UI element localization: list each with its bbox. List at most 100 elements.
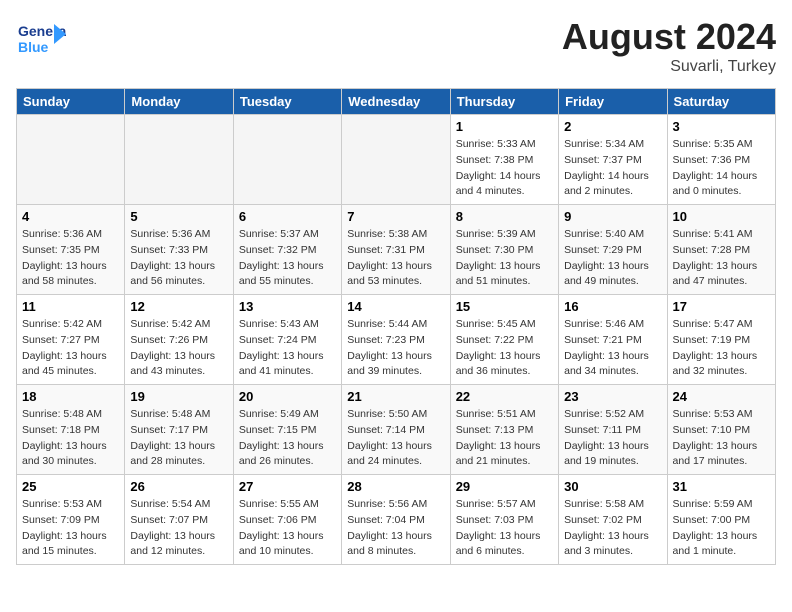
- weekday-monday: Monday: [125, 89, 233, 115]
- day-info: Sunrise: 5:53 AMSunset: 7:09 PMDaylight:…: [22, 497, 119, 560]
- day-number: 22: [456, 389, 553, 404]
- day-cell: [125, 115, 233, 205]
- day-number: 27: [239, 479, 336, 494]
- day-info: Sunrise: 5:37 AMSunset: 7:32 PMDaylight:…: [239, 227, 336, 290]
- day-info: Sunrise: 5:53 AMSunset: 7:10 PMDaylight:…: [673, 407, 770, 470]
- day-info: Sunrise: 5:48 AMSunset: 7:18 PMDaylight:…: [22, 407, 119, 470]
- day-number: 23: [564, 389, 661, 404]
- day-number: 31: [673, 479, 770, 494]
- day-cell: 27Sunrise: 5:55 AMSunset: 7:06 PMDayligh…: [233, 475, 341, 565]
- day-number: 18: [22, 389, 119, 404]
- day-cell: 31 Sunrise: 5:59 AMSunset: 7:00 PMDayligh…: [667, 475, 775, 565]
- day-info: Sunrise: 5:57 AMSunset: 7:03 PMDaylight:…: [456, 497, 553, 560]
- day-cell: 4Sunrise: 5:36 AMSunset: 7:35 PMDaylight…: [17, 205, 125, 295]
- day-info: Sunrise: 5:46 AMSunset: 7:21 PMDaylight:…: [564, 317, 661, 380]
- weekday-saturday: Saturday: [667, 89, 775, 115]
- day-cell: 7 Sunrise: 5:38 AMSunset: 7:31 PMDaylight…: [342, 205, 450, 295]
- week-row-2: 4Sunrise: 5:36 AMSunset: 7:35 PMDaylight…: [17, 205, 776, 295]
- day-info: Sunrise: 5:43 AMSunset: 7:24 PMDaylight:…: [239, 317, 336, 380]
- day-number: 2: [564, 119, 661, 134]
- day-info: Sunrise: 5:49 AMSunset: 7:15 PMDaylight:…: [239, 407, 336, 470]
- day-number: 20: [239, 389, 336, 404]
- week-row-1: 1 Sunrise: 5:33 AMSunset: 7:38 PMDaylight…: [17, 115, 776, 205]
- weekday-friday: Friday: [559, 89, 667, 115]
- day-cell: 2 Sunrise: 5:34 AMSunset: 7:37 PMDaylight…: [559, 115, 667, 205]
- day-cell: 26 Sunrise: 5:54 AMSunset: 7:07 PMDayligh…: [125, 475, 233, 565]
- week-row-4: 18 Sunrise: 5:48 AMSunset: 7:18 PMDayligh…: [17, 385, 776, 475]
- day-info: Sunrise: 5:42 AMSunset: 7:27 PMDaylight:…: [22, 317, 119, 380]
- day-number: 14: [347, 299, 444, 314]
- page-header: General Blue August 2024 Suvarli, Turkey: [16, 16, 776, 76]
- day-info: Sunrise: 5:38 AMSunset: 7:31 PMDaylight:…: [347, 227, 444, 290]
- day-cell: 8Sunrise: 5:39 AMSunset: 7:30 PMDaylight…: [450, 205, 558, 295]
- title-block: August 2024 Suvarli, Turkey: [562, 16, 776, 76]
- weekday-tuesday: Tuesday: [233, 89, 341, 115]
- day-cell: 3 Sunrise: 5:35 AMSunset: 7:36 PMDaylight…: [667, 115, 775, 205]
- weekday-header-row: SundayMondayTuesdayWednesdayThursdayFrid…: [17, 89, 776, 115]
- day-info: Sunrise: 5:50 AMSunset: 7:14 PMDaylight:…: [347, 407, 444, 470]
- calendar-body: 1 Sunrise: 5:33 AMSunset: 7:38 PMDaylight…: [17, 115, 776, 565]
- day-cell: [342, 115, 450, 205]
- day-cell: 17 Sunrise: 5:47 AMSunset: 7:19 PMDayligh…: [667, 295, 775, 385]
- logo: General Blue: [16, 16, 66, 61]
- day-info: Sunrise: 5:48 AMSunset: 7:17 PMDaylight:…: [130, 407, 227, 470]
- day-number: 21: [347, 389, 444, 404]
- week-row-5: 25Sunrise: 5:53 AMSunset: 7:09 PMDayligh…: [17, 475, 776, 565]
- day-info: Sunrise: 5:35 AMSunset: 7:36 PMDaylight:…: [673, 137, 770, 200]
- week-row-3: 11 Sunrise: 5:42 AMSunset: 7:27 PMDayligh…: [17, 295, 776, 385]
- day-cell: 12 Sunrise: 5:42 AMSunset: 7:26 PMDayligh…: [125, 295, 233, 385]
- day-number: 30: [564, 479, 661, 494]
- day-info: Sunrise: 5:36 AMSunset: 7:33 PMDaylight:…: [130, 227, 227, 290]
- day-info: Sunrise: 5:39 AMSunset: 7:30 PMDaylight:…: [456, 227, 553, 290]
- day-cell: 1 Sunrise: 5:33 AMSunset: 7:38 PMDaylight…: [450, 115, 558, 205]
- day-cell: 28 Sunrise: 5:56 AMSunset: 7:04 PMDayligh…: [342, 475, 450, 565]
- day-info: Sunrise: 5:42 AMSunset: 7:26 PMDaylight:…: [130, 317, 227, 380]
- day-number: 9: [564, 209, 661, 224]
- day-info: Sunrise: 5:52 AMSunset: 7:11 PMDaylight:…: [564, 407, 661, 470]
- day-info: Sunrise: 5:54 AMSunset: 7:07 PMDaylight:…: [130, 497, 227, 560]
- day-cell: 20 Sunrise: 5:49 AMSunset: 7:15 PMDayligh…: [233, 385, 341, 475]
- day-number: 29: [456, 479, 553, 494]
- day-cell: 30 Sunrise: 5:58 AMSunset: 7:02 PMDayligh…: [559, 475, 667, 565]
- day-cell: 9 Sunrise: 5:40 AMSunset: 7:29 PMDaylight…: [559, 205, 667, 295]
- day-info: Sunrise: 5:58 AMSunset: 7:02 PMDaylight:…: [564, 497, 661, 560]
- day-cell: 22Sunrise: 5:51 AMSunset: 7:13 PMDayligh…: [450, 385, 558, 475]
- day-cell: 19Sunrise: 5:48 AMSunset: 7:17 PMDayligh…: [125, 385, 233, 475]
- day-cell: 18 Sunrise: 5:48 AMSunset: 7:18 PMDayligh…: [17, 385, 125, 475]
- day-number: 5: [130, 209, 227, 224]
- day-cell: 16 Sunrise: 5:46 AMSunset: 7:21 PMDayligh…: [559, 295, 667, 385]
- day-cell: 25Sunrise: 5:53 AMSunset: 7:09 PMDayligh…: [17, 475, 125, 565]
- day-cell: 14 Sunrise: 5:44 AMSunset: 7:23 PMDayligh…: [342, 295, 450, 385]
- svg-text:Blue: Blue: [18, 39, 49, 55]
- day-number: 1: [456, 119, 553, 134]
- day-number: 24: [673, 389, 770, 404]
- day-number: 28: [347, 479, 444, 494]
- day-cell: 21 Sunrise: 5:50 AMSunset: 7:14 PMDayligh…: [342, 385, 450, 475]
- weekday-sunday: Sunday: [17, 89, 125, 115]
- day-number: 16: [564, 299, 661, 314]
- day-number: 17: [673, 299, 770, 314]
- day-info: Sunrise: 5:33 AMSunset: 7:38 PMDaylight:…: [456, 137, 553, 200]
- day-info: Sunrise: 5:34 AMSunset: 7:37 PMDaylight:…: [564, 137, 661, 200]
- day-cell: 10Sunrise: 5:41 AMSunset: 7:28 PMDayligh…: [667, 205, 775, 295]
- day-info: Sunrise: 5:40 AMSunset: 7:29 PMDaylight:…: [564, 227, 661, 290]
- day-number: 6: [239, 209, 336, 224]
- weekday-wednesday: Wednesday: [342, 89, 450, 115]
- day-cell: 23 Sunrise: 5:52 AMSunset: 7:11 PMDayligh…: [559, 385, 667, 475]
- day-cell: 5 Sunrise: 5:36 AMSunset: 7:33 PMDaylight…: [125, 205, 233, 295]
- day-info: Sunrise: 5:45 AMSunset: 7:22 PMDaylight:…: [456, 317, 553, 380]
- day-number: 13: [239, 299, 336, 314]
- day-number: 11: [22, 299, 119, 314]
- weekday-thursday: Thursday: [450, 89, 558, 115]
- day-number: 26: [130, 479, 227, 494]
- day-info: Sunrise: 5:44 AMSunset: 7:23 PMDaylight:…: [347, 317, 444, 380]
- day-info: Sunrise: 5:56 AMSunset: 7:04 PMDaylight:…: [347, 497, 444, 560]
- day-info: Sunrise: 5:36 AMSunset: 7:35 PMDaylight:…: [22, 227, 119, 290]
- day-info: Sunrise: 5:41 AMSunset: 7:28 PMDaylight:…: [673, 227, 770, 290]
- day-info: Sunrise: 5:59 AMSunset: 7:00 PMDaylight:…: [673, 497, 770, 560]
- day-number: 7: [347, 209, 444, 224]
- day-number: 12: [130, 299, 227, 314]
- day-info: Sunrise: 5:47 AMSunset: 7:19 PMDaylight:…: [673, 317, 770, 380]
- location: Suvarli, Turkey: [562, 58, 776, 76]
- day-number: 3: [673, 119, 770, 134]
